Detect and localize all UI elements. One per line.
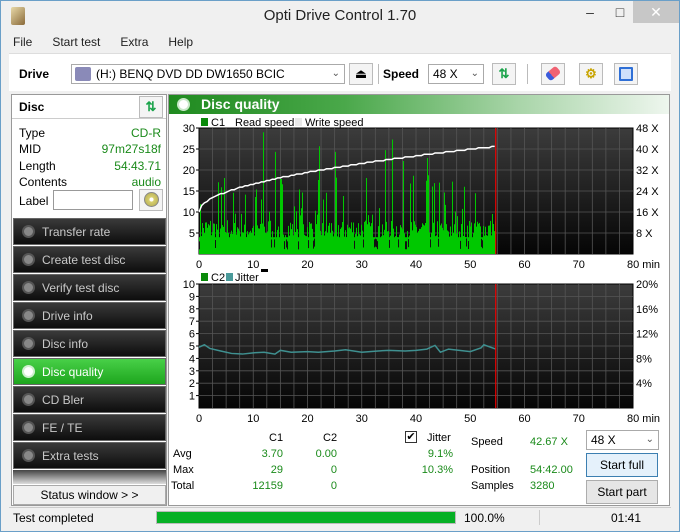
stats-avg-c2: 0.00	[315, 448, 337, 460]
y-tick-label: 1	[189, 391, 195, 403]
stats-avg-jitter: 9.1%	[427, 448, 453, 460]
y-tick-label: 3	[189, 366, 195, 378]
y-tick-label: 2	[189, 378, 195, 390]
test-speed-select[interactable]: 48 X ⌄	[586, 430, 659, 450]
y-tick-label: 30	[183, 123, 195, 135]
y-right-tick-label: 8 X	[636, 228, 653, 240]
charts-area: 510152025308 X16 X24 X32 X40 X48 X0 10 20 3…	[183, 117, 660, 425]
y-tick-label: 5	[189, 341, 195, 353]
y-tick-label: 10	[183, 279, 195, 291]
stats-header-c1: C1	[269, 432, 284, 444]
x-tick-label: 80 min	[627, 259, 660, 271]
progress-text: 100.0%	[464, 511, 505, 525]
y-right-tick-label: 4%	[636, 378, 652, 390]
y-tick-label: 10	[183, 207, 195, 219]
y-right-tick-label: 20%	[636, 279, 658, 291]
x-tick-label: 30	[356, 413, 368, 425]
y-right-tick-label: 12%	[636, 329, 658, 341]
stats-max-c2: 0	[330, 464, 337, 476]
x-tick-label: 70	[573, 259, 585, 271]
legend-c2: C2	[211, 272, 225, 284]
x-tick-label: 50	[464, 413, 476, 425]
legend-read-speed: Read speed	[235, 117, 294, 129]
x-tick-label: 10	[247, 413, 259, 425]
status-separator	[539, 510, 540, 525]
legend-jitter: Jitter	[235, 272, 259, 284]
legend-c1-swatch	[201, 118, 208, 126]
x-tick-label: 20	[301, 259, 313, 271]
speed-label: Speed	[471, 436, 503, 448]
y-tick-label: 8	[189, 304, 195, 316]
y-tick-label: 20	[183, 165, 195, 177]
stats-total-c1: 12159	[252, 480, 283, 492]
speed-value: 42.67 X	[530, 436, 568, 448]
stats-header-jitter: Jitter	[427, 432, 451, 444]
y-right-tick-label: 32 X	[636, 165, 659, 177]
start-full-button[interactable]: Start full	[586, 453, 658, 477]
x-tick-label: 60	[518, 413, 530, 425]
position-label: Position	[471, 464, 511, 476]
stats-total-c2: 0	[330, 480, 337, 492]
y-tick-label: 25	[183, 144, 195, 156]
legend-write-speed-swatch	[295, 118, 302, 126]
x-tick-label: 10	[247, 259, 259, 271]
start-part-button[interactable]: Start part	[586, 480, 658, 504]
c2-jitter-chart: 123456789104%8%12%16%20%0 10 20 30 40 50 60 70 8…	[183, 269, 660, 425]
stats-max-jitter: 10.3%	[421, 464, 453, 476]
y-right-tick-label: 8%	[636, 353, 652, 365]
status-window-button[interactable]: Status window > >	[13, 485, 166, 505]
stats-avg-label: Avg	[173, 448, 192, 460]
position-value: 54:42.00	[530, 464, 573, 476]
x-tick-label: 40	[410, 413, 422, 425]
y-tick-label: 15	[183, 186, 195, 198]
y-tick-label: 9	[189, 291, 195, 303]
disc-icon	[22, 449, 35, 462]
progress-bar	[156, 511, 456, 524]
elapsed-time: 01:41	[611, 511, 642, 525]
x-tick-label: 0	[196, 413, 202, 425]
x-tick-label: 80 min	[627, 413, 660, 425]
x-tick-label: 60	[518, 259, 530, 271]
y-tick-label: 4	[189, 353, 195, 365]
x-tick-label: 40	[410, 259, 422, 271]
samples-value: 3280	[530, 480, 555, 492]
y-tick-label: 6	[189, 329, 195, 341]
legend-c1: C1	[211, 117, 225, 129]
test-speed-value: 48 X	[591, 433, 616, 447]
status-bar: Test completed 100.0% 01:41	[9, 507, 671, 527]
nav-filler	[13, 470, 166, 484]
x-tick-label: 50	[464, 259, 476, 271]
legend-c2-swatch	[201, 273, 208, 281]
x-tick-label: 30	[356, 259, 368, 271]
chevron-down-icon: ⌄	[645, 434, 654, 445]
x-tick-label: 20	[301, 413, 313, 425]
stats-max-label: Max	[173, 464, 194, 476]
status-text: Test completed	[13, 511, 94, 525]
legend-write-speed: Write speed	[305, 117, 364, 129]
y-right-tick-label: 16%	[636, 304, 658, 316]
x-tick-label: 0	[196, 259, 202, 271]
stats-header-c2: C2	[323, 432, 338, 444]
y-right-tick-label: 40 X	[636, 144, 659, 156]
c1-chart: 5 10 15 20 25 30 8 X 16 X 24 X 32 X 40 X 48 X 0 10 20 3…	[183, 117, 660, 271]
stats-total-label: Total	[171, 480, 195, 492]
x-tick-label: 70	[573, 413, 585, 425]
stats-max-c1: 29	[270, 464, 283, 476]
jitter-checkbox[interactable]: ✔	[405, 431, 417, 443]
stats-avg-c1: 3.70	[261, 448, 283, 460]
nav-label: Extra tests	[42, 449, 99, 463]
y-tick-label: 7	[189, 316, 195, 328]
y-right-tick-label: 48 X	[636, 123, 659, 135]
progress-fill	[157, 512, 455, 523]
y-right-tick-label: 24 X	[636, 186, 659, 198]
legend-marker	[261, 269, 268, 272]
y-tick-label: 5	[189, 228, 195, 240]
app-window: Opti Drive Control 1.70 – □ ✕ File Start …	[0, 0, 680, 532]
legend-jitter-swatch	[226, 273, 233, 281]
y-right-tick-label: 16 X	[636, 207, 659, 219]
samples-label: Samples	[471, 480, 514, 492]
nav-extra-tests[interactable]: Extra tests	[13, 442, 166, 469]
